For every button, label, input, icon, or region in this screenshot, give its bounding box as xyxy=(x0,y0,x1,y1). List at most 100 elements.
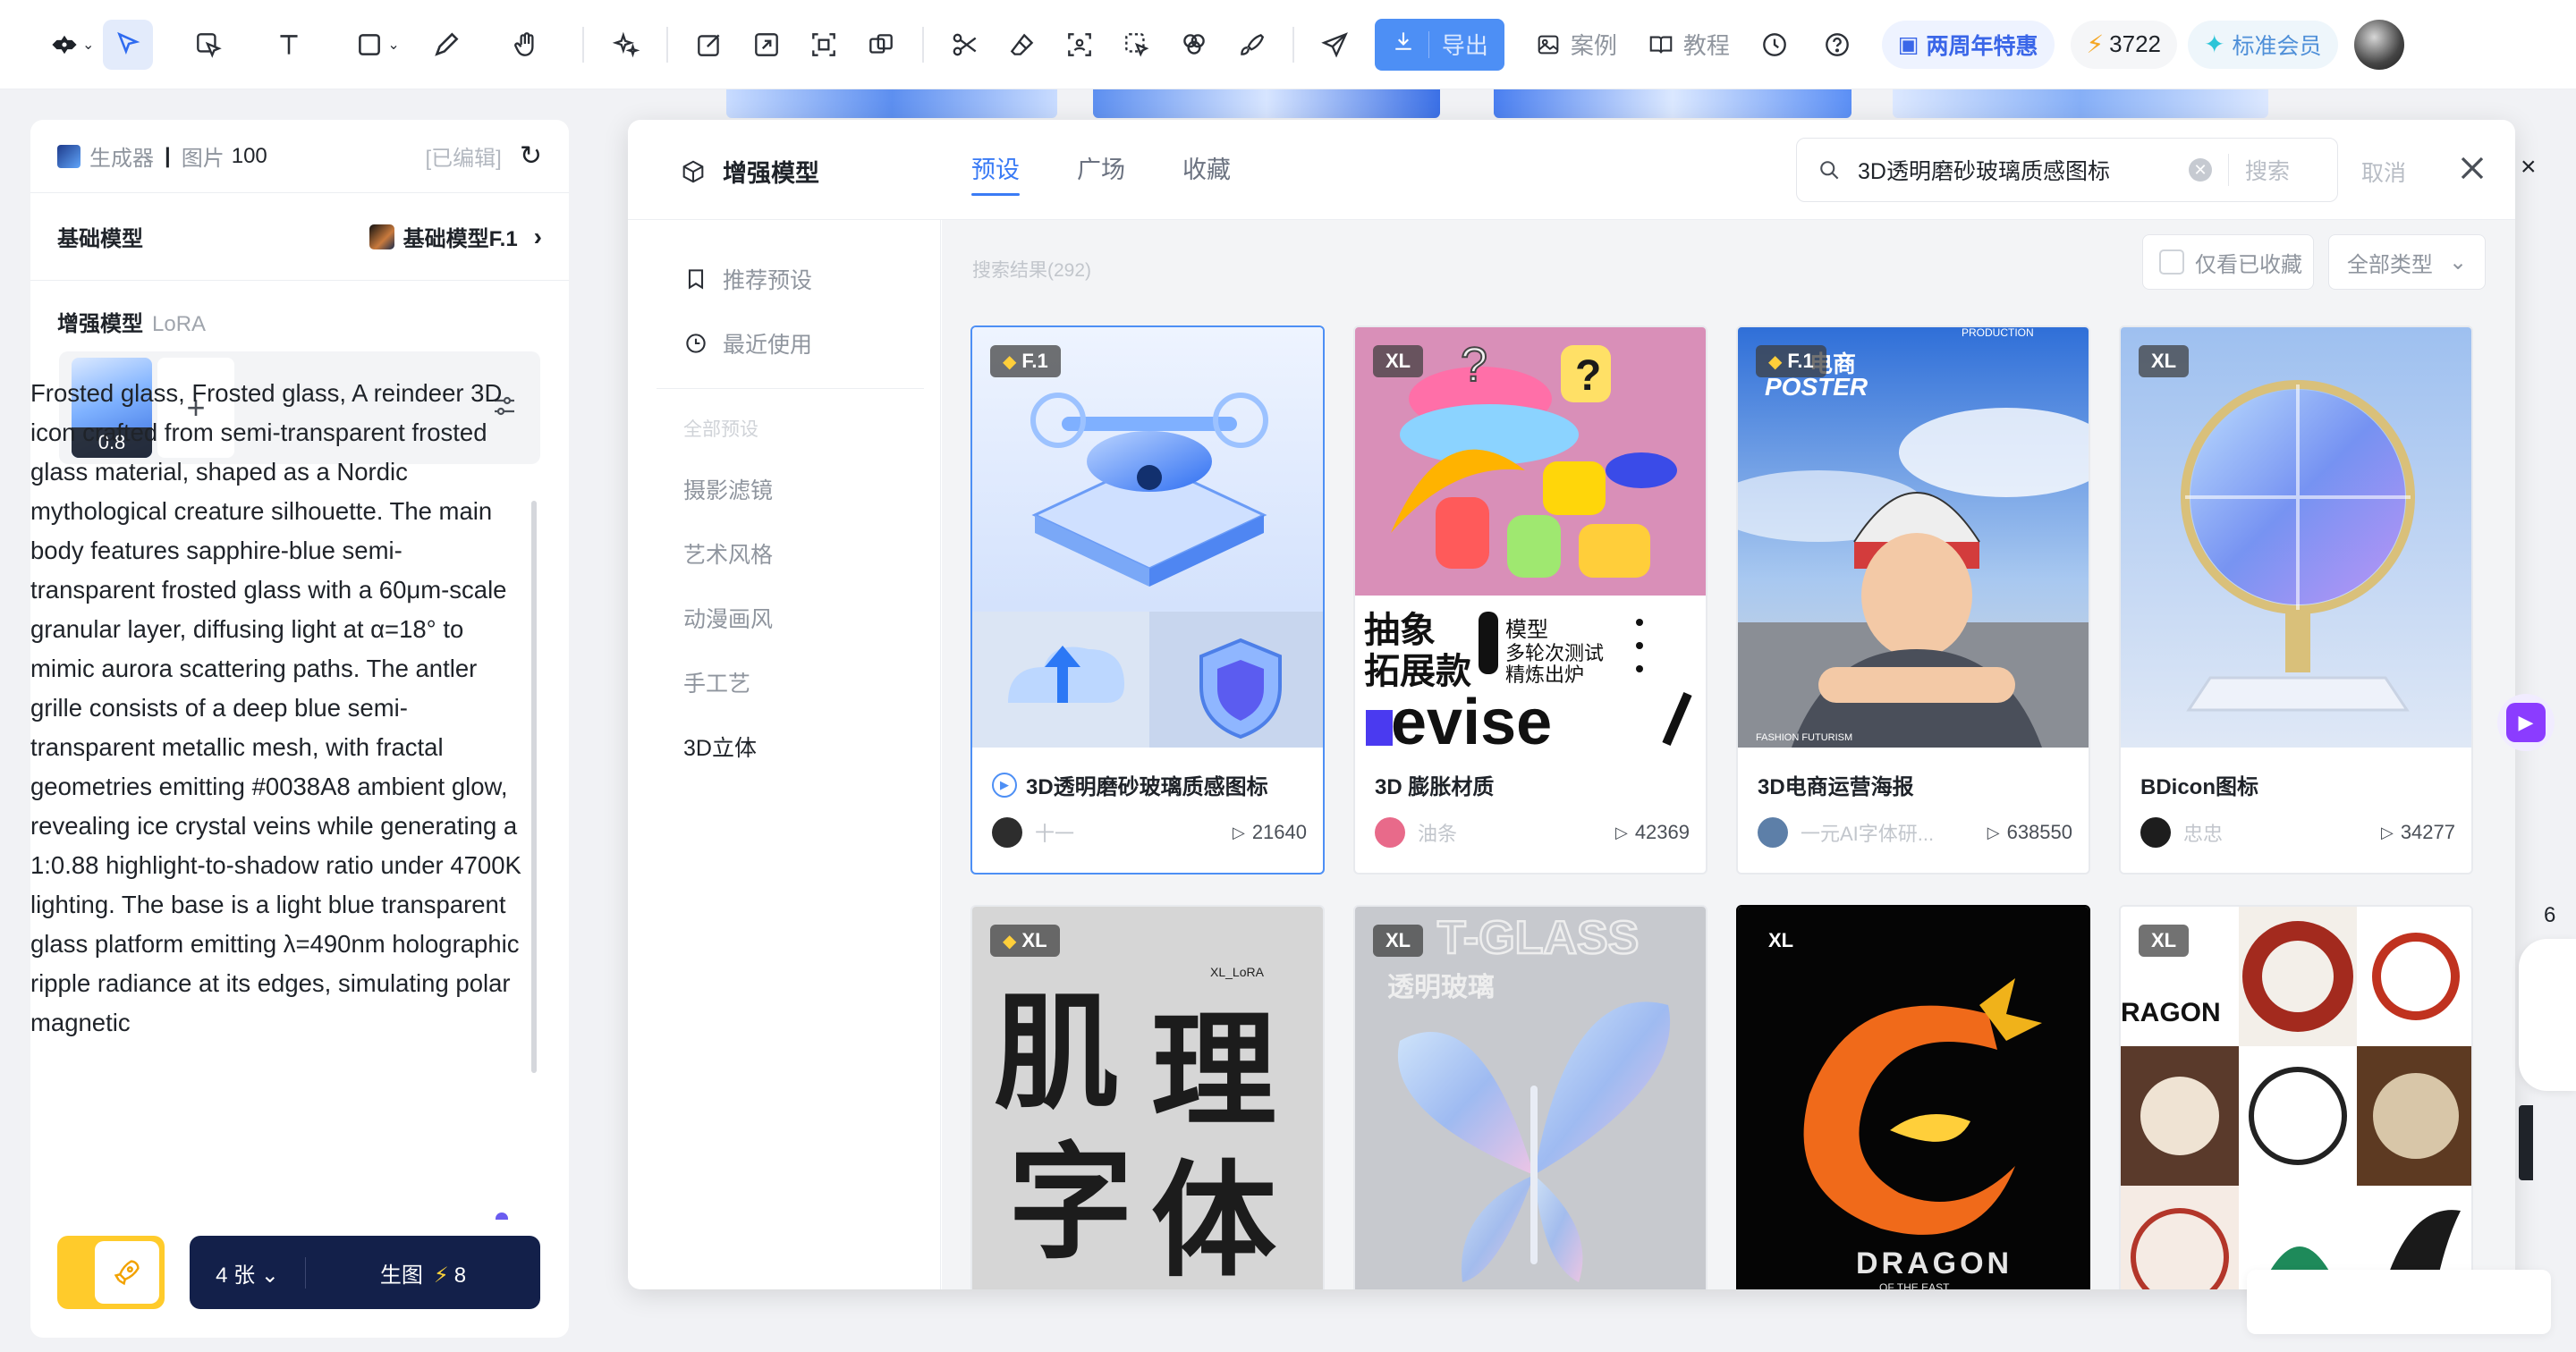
quick-generate-button[interactable] xyxy=(57,1236,165,1309)
tab-presets[interactable]: 预设 xyxy=(971,150,1020,196)
select-tool-icon[interactable] xyxy=(103,19,154,70)
credits-counter[interactable]: ⚡ 3722 xyxy=(2070,20,2178,69)
brush-icon[interactable] xyxy=(1226,20,1276,70)
favorites-only-toggle[interactable]: 仅看已收藏 xyxy=(2142,234,2314,290)
base-model-row[interactable]: 基础模型 基础模型F.1 › xyxy=(30,193,569,281)
preset-card[interactable]: XL BDicon图标 忠忠 ▷ 34277 xyxy=(2119,325,2473,875)
play-icon: ▷ xyxy=(2380,823,2394,841)
chevron-right-icon: › xyxy=(533,222,542,250)
bolt-icon: ⚡ xyxy=(433,1263,449,1288)
search-button[interactable]: 搜索 xyxy=(2245,154,2290,186)
logo-caret-icon[interactable]: ⌄ xyxy=(82,36,94,54)
anniversary-promo-badge[interactable]: ▣ 两周年特惠 xyxy=(1881,20,2055,69)
close-icon[interactable]: × xyxy=(2521,152,2537,182)
preset-card[interactable]: ◆ F.1 ▶ 3D透明磨砂玻璃质感图标 十一 ▷ 21640 xyxy=(970,325,1325,875)
preset-card[interactable]: ? ? 抽象 拓展款 模型 多轮次测试 精炼出炉 evise XL 3D 膨胀材… xyxy=(1353,325,1707,875)
sidebar-item-photo-filter[interactable]: 摄影滤镜 xyxy=(628,459,940,523)
preset-card[interactable]: RAGON XL xyxy=(2119,905,2473,1289)
sidebar-item-recommended[interactable]: 推荐预设 xyxy=(628,247,940,311)
pen-tool-icon[interactable] xyxy=(421,20,471,70)
scissors-icon[interactable] xyxy=(940,20,990,70)
history-clock-icon[interactable] xyxy=(1750,20,1800,70)
sparkle-star-icon: ✦ xyxy=(2204,30,2225,58)
svg-text:DRAGON: DRAGON xyxy=(1856,1246,2012,1280)
eraser-icon[interactable] xyxy=(997,20,1047,70)
type-filter-dropdown[interactable]: 全部类型 ⌄ xyxy=(2328,234,2486,290)
author-avatar xyxy=(2140,817,2171,848)
svg-text:理: 理 xyxy=(1151,999,1276,1145)
author-name: 十一 xyxy=(1035,823,1075,845)
export-button[interactable]: 导出 xyxy=(1374,18,1504,71)
diamond-icon: ◆ xyxy=(1003,351,1017,372)
tab-favorites[interactable]: 收藏 xyxy=(1182,150,1231,196)
sidebar-item-recent[interactable]: 最近使用 xyxy=(628,311,940,376)
preset-card[interactable]: T-GLASS 透明玻璃 XL xyxy=(1353,905,1707,1289)
sidebar-item-anime-style[interactable]: 动漫画风 xyxy=(628,587,940,652)
base-model-thumbnail xyxy=(369,224,394,249)
play-icon: ▷ xyxy=(1614,823,1628,841)
favorites-checkbox[interactable] xyxy=(2159,249,2184,275)
modal-header: 增强模型 预设 广场 收藏 ✕ 搜索 取消 xyxy=(628,120,2515,220)
base-model-selector[interactable]: 基础模型F.1 › xyxy=(369,221,542,252)
card-image: ? ? 抽象 拓展款 模型 多轮次测试 精炼出炉 evise xyxy=(1355,327,1706,748)
search-input[interactable] xyxy=(1858,156,2180,183)
tutorial-link[interactable]: 教程 xyxy=(1648,28,1730,61)
sidebar-divider xyxy=(657,388,924,389)
preset-card[interactable]: XL_LoRA 肌 理 字 体 ◆ XL xyxy=(970,905,1325,1289)
results-area: 搜索结果(292) 仅看已收藏 全部类型 ⌄ ◆ F.1 ▶ 3D透明磨砂玻璃质… xyxy=(942,220,2515,1289)
cancel-button[interactable]: 取消 xyxy=(2361,156,2406,188)
chevron-down-icon: ⌄ xyxy=(2448,249,2468,275)
svg-text:肌: 肌 xyxy=(994,981,1119,1127)
svg-text:T-GLASS: T-GLASS xyxy=(1437,912,1639,964)
image-count-selector[interactable]: 4 张 ⌄ xyxy=(190,1256,306,1289)
preset-meta: 油条 ▷ 42369 xyxy=(1375,817,1690,848)
reset-icon[interactable]: ↻ xyxy=(520,140,542,172)
clear-search-icon[interactable]: ✕ xyxy=(2189,158,2212,182)
canvas-image-strip xyxy=(1093,89,1440,118)
help-icon[interactable] xyxy=(1812,20,1862,70)
frame-select-tool-icon[interactable] xyxy=(183,20,233,70)
generate-action[interactable]: 生图 ⚡ 8 xyxy=(306,1257,540,1289)
preset-card[interactable]: DRAGON OF THE EAST XL xyxy=(1736,905,2090,1289)
model-type-badge: XL xyxy=(2139,345,2190,377)
generate-button[interactable]: 4 张 ⌄ 生图 ⚡ 8 xyxy=(190,1236,540,1309)
ai-sparkle-icon[interactable] xyxy=(600,20,650,70)
book-icon xyxy=(1649,36,1673,54)
text-tool-icon[interactable] xyxy=(264,20,314,70)
crop-icon[interactable] xyxy=(799,20,849,70)
preset-name: BDicon图标 xyxy=(2140,775,2258,799)
close-icon[interactable] xyxy=(2453,148,2492,188)
hand-tool-icon[interactable] xyxy=(502,20,552,70)
face-scan-icon[interactable] xyxy=(1055,20,1105,70)
prompt-scrollbar[interactable] xyxy=(531,501,537,1073)
tab-plaza[interactable]: 广场 xyxy=(1077,150,1125,196)
video-player-icon[interactable]: ▶ xyxy=(2497,694,2555,751)
shape-caret-icon[interactable]: ⌄ xyxy=(387,36,399,54)
modal-title: 增强模型 xyxy=(680,154,819,189)
top-toolbar: ⌄ ⌄ 导出 案例 教程 ▣ 两周年特惠 ⚡ 3722 ✦ 标准会员 xyxy=(0,0,2576,89)
zoom-controls[interactable] xyxy=(2247,1270,2551,1334)
send-icon[interactable] xyxy=(1310,20,1360,70)
preset-meta: 十一 ▷ 21640 xyxy=(992,817,1307,848)
play-count: ▷ 21640 xyxy=(1232,821,1307,843)
sidebar-item-art-style[interactable]: 艺术风格 xyxy=(628,523,940,587)
color-blend-icon[interactable] xyxy=(1169,20,1219,70)
membership-badge[interactable]: ✦ 标准会员 xyxy=(2188,20,2338,69)
preset-sidebar: 推荐预设 最近使用 全部预设 摄影滤镜 艺术风格 动漫画风 手工艺 3D立体 xyxy=(628,220,941,1289)
user-avatar[interactable] xyxy=(2353,19,2404,70)
search-divider xyxy=(2228,154,2229,186)
prompt-indicator-dot xyxy=(496,1213,508,1220)
lasso-select-icon[interactable] xyxy=(1112,20,1162,70)
sidebar-item-handcraft[interactable]: 手工艺 xyxy=(628,652,940,716)
prompt-text-area[interactable]: Frosted glass, Frosted glass, A reindeer… xyxy=(30,374,528,1207)
svg-text:XL_LoRA: XL_LoRA xyxy=(1210,965,1265,979)
sidebar-item-3d[interactable]: 3D立体 xyxy=(628,716,940,781)
layers-swap-icon[interactable] xyxy=(856,20,906,70)
edit-icon[interactable] xyxy=(684,20,734,70)
toolbar-divider xyxy=(665,26,668,63)
assistant-shortcuts[interactable] xyxy=(2519,939,2576,1091)
cases-link[interactable]: 案例 xyxy=(1535,28,1617,61)
svg-text:模型: 模型 xyxy=(1505,617,1548,642)
preset-card[interactable]: PRODUCTION 电商 POSTER FASHION FUTURISM ◆ F… xyxy=(1736,325,2090,875)
expand-icon[interactable] xyxy=(741,20,792,70)
